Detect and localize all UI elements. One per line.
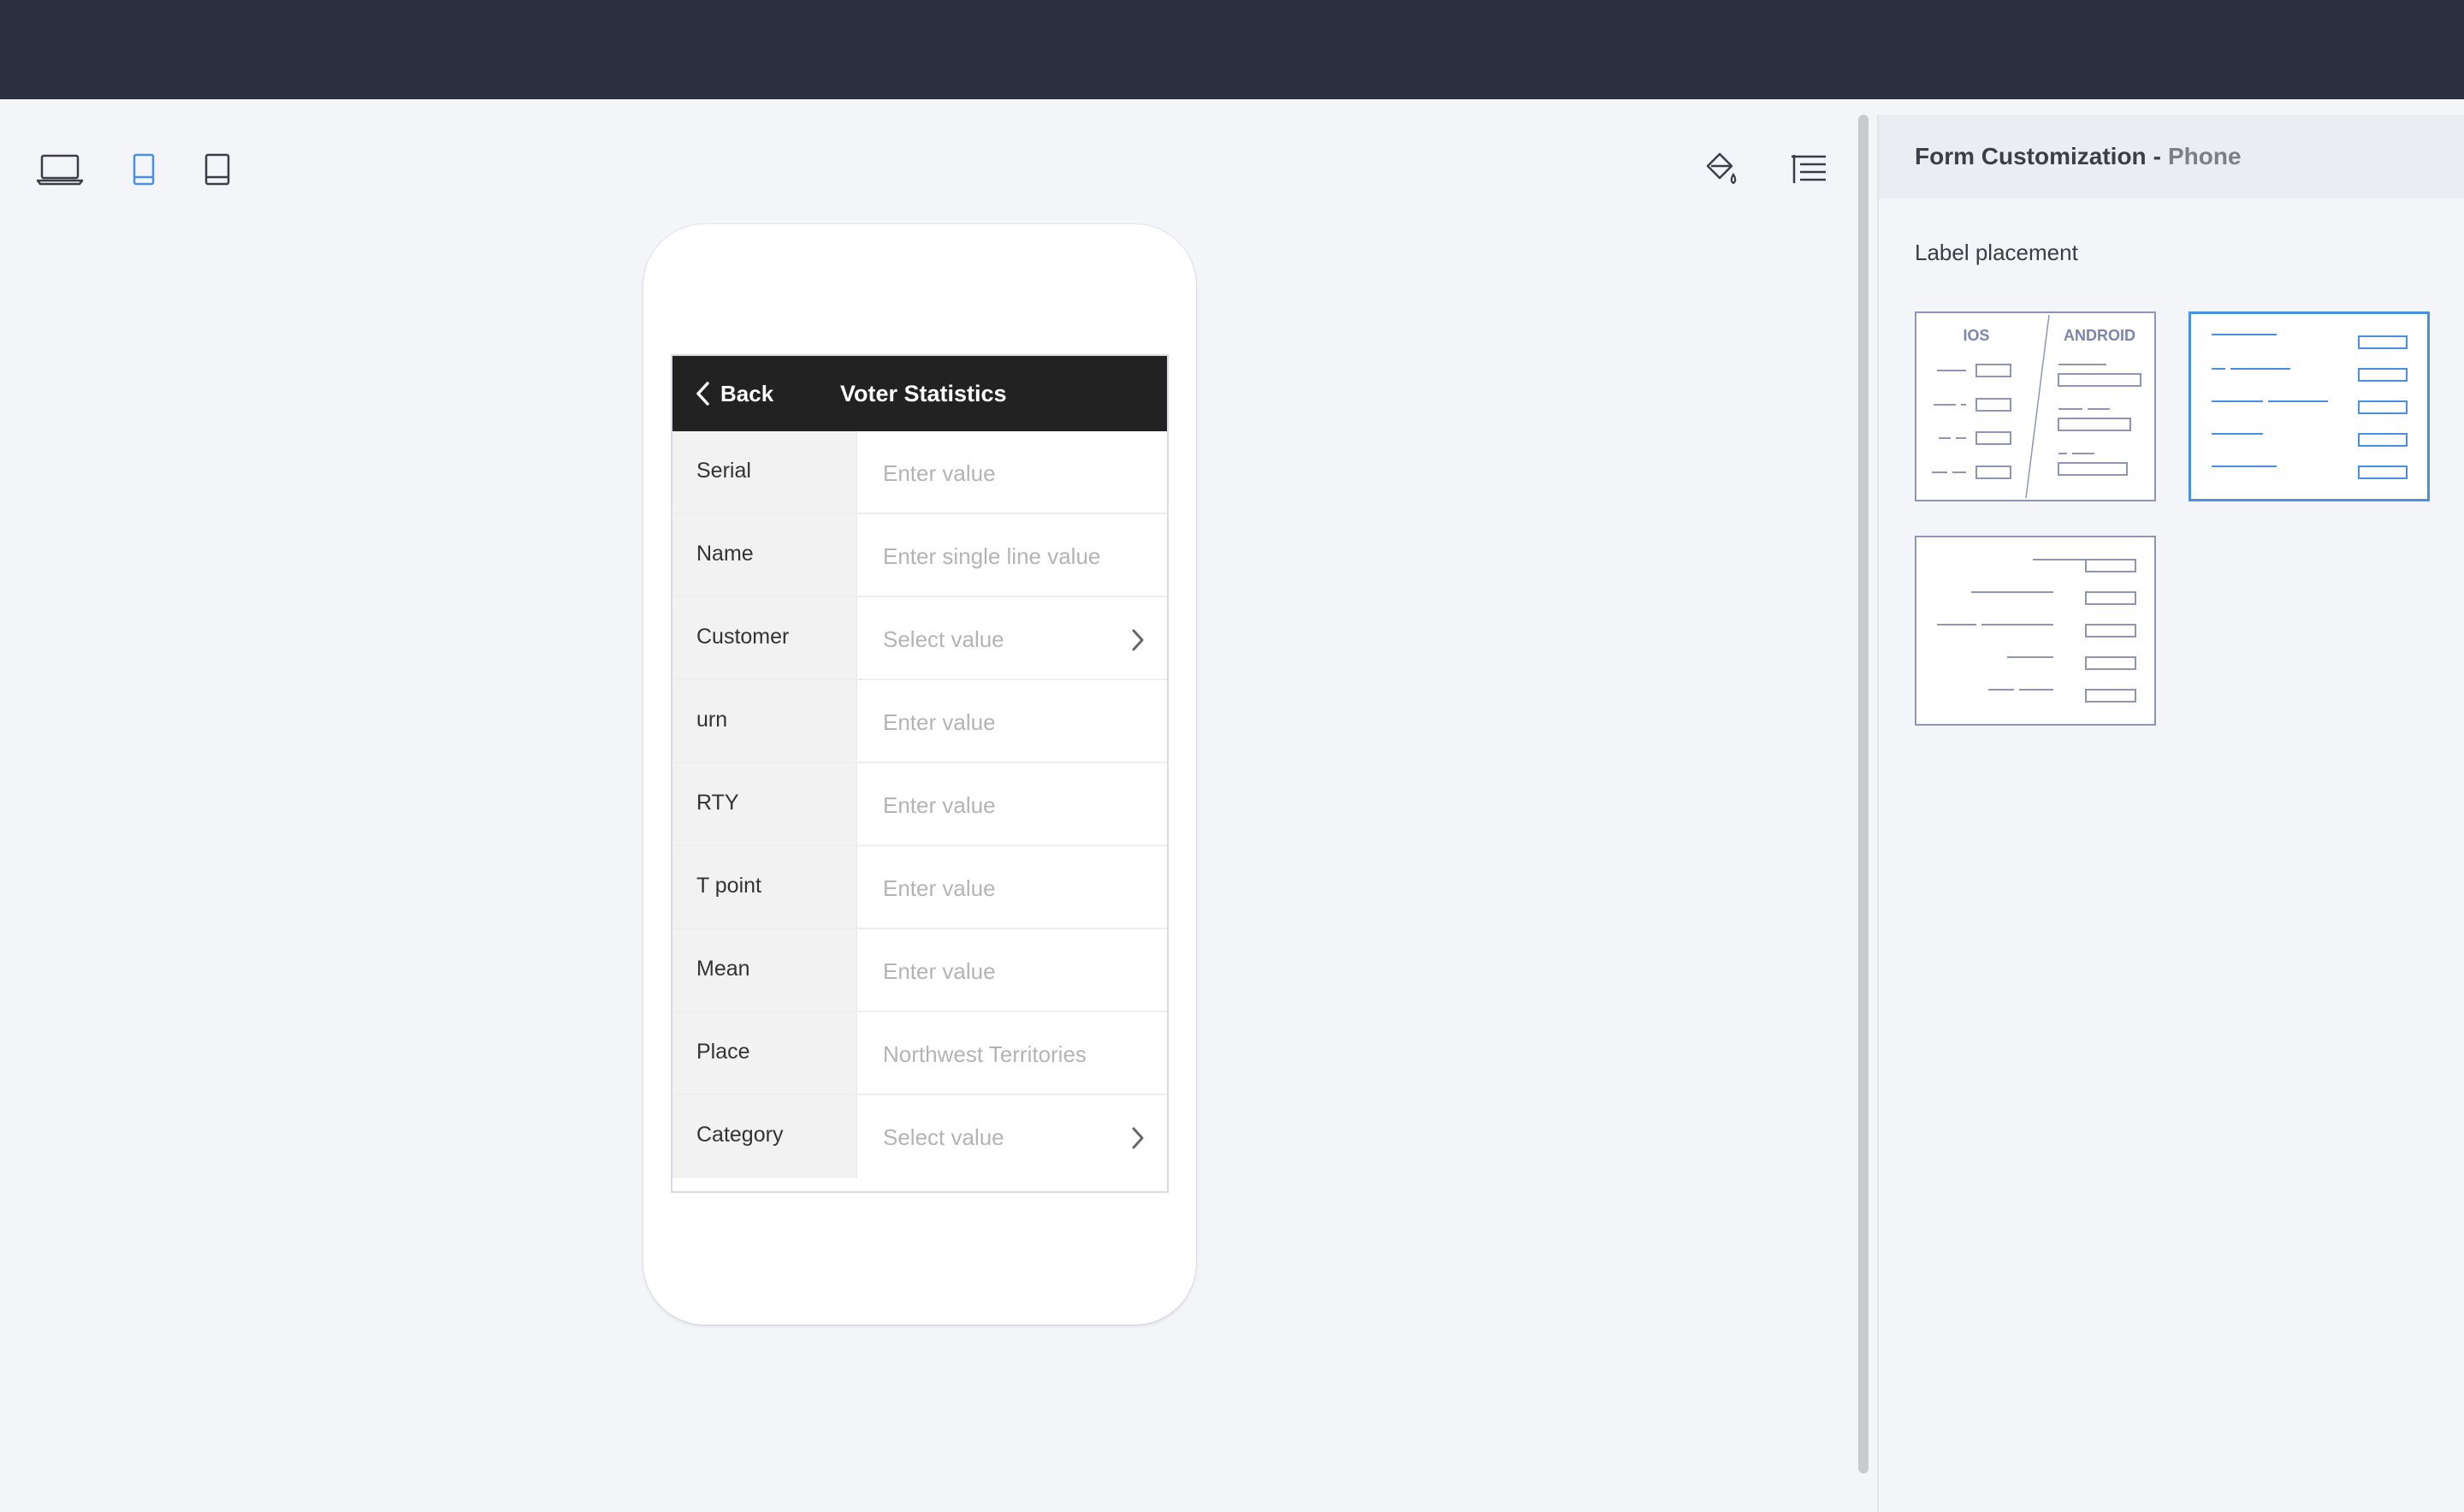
- label-placement-option-platform[interactable]: IOS ANDROID: [1915, 311, 2156, 501]
- panel-title: Form Customization: [1915, 143, 2147, 169]
- chevron-left-icon: [696, 382, 709, 406]
- laptop-icon: [36, 154, 84, 186]
- phone-icon: [133, 153, 155, 186]
- field-label: urn: [672, 680, 857, 762]
- field-input[interactable]: Enter value: [857, 763, 1167, 845]
- chevron-right-icon: [1132, 1127, 1144, 1149]
- tablet-icon: [204, 153, 230, 186]
- field-input[interactable]: Enter value: [857, 846, 1167, 928]
- field-row-serial: Serial Enter value: [672, 431, 1167, 514]
- ios-label: IOS: [1963, 327, 1989, 344]
- right-aligned-layout-illustration: [1937, 559, 2136, 703]
- layout-settings-button[interactable]: [1781, 142, 1836, 197]
- form-title: Voter Statistics: [840, 380, 1007, 406]
- panel-subtitle: Phone: [2168, 143, 2242, 169]
- field-input[interactable]: Enter value: [857, 680, 1167, 762]
- top-bar: [0, 0, 2464, 99]
- field-input[interactable]: Enter value: [857, 431, 1167, 513]
- field-label: Category: [672, 1095, 857, 1178]
- field-input[interactable]: Enter single line value: [857, 514, 1167, 596]
- canvas-scrollbar[interactable]: [1858, 115, 1869, 1473]
- field-row-place: Place Northwest Territories: [672, 1012, 1167, 1095]
- field-row-rty: RTY Enter value: [672, 763, 1167, 846]
- field-label: Mean: [672, 929, 857, 1011]
- label-placement-option-right[interactable]: [1915, 536, 2156, 726]
- panel-header: Form Customization - Phone: [1879, 115, 2464, 199]
- field-input[interactable]: Enter value: [857, 929, 1167, 1011]
- tablet-mode-button[interactable]: [192, 144, 243, 195]
- paint-bucket-icon: [1706, 152, 1737, 185]
- field-label: RTY: [672, 763, 857, 845]
- field-picker[interactable]: Select value: [857, 1095, 1167, 1178]
- picker-placeholder: Select value: [883, 1124, 1004, 1150]
- list-settings-icon: [1792, 155, 1826, 183]
- form-fields: Serial Enter value Name Enter single lin…: [672, 431, 1167, 1178]
- back-button[interactable]: Back: [695, 356, 773, 431]
- field-row-category: Category Select value: [672, 1095, 1167, 1178]
- form-customization-panel: Form Customization - Phone Label placeme…: [1877, 115, 2464, 1512]
- field-input[interactable]: Northwest Territories: [857, 1012, 1167, 1094]
- field-label: T point: [672, 846, 857, 928]
- picker-placeholder: Select value: [883, 626, 1004, 652]
- field-label: Name: [672, 514, 857, 596]
- theme-button[interactable]: [1694, 142, 1749, 197]
- phone-preview: Back Voter Statistics Serial Enter value…: [643, 224, 1196, 1325]
- label-placement-heading: Label placement: [1915, 240, 2078, 265]
- platform-layout-illustration: IOS ANDROID: [1932, 314, 2141, 499]
- field-row-t-point: T point Enter value: [672, 846, 1167, 929]
- field-row-mean: Mean Enter value: [672, 929, 1167, 1012]
- desktop-mode-button[interactable]: [34, 144, 86, 195]
- field-label: Serial: [672, 431, 857, 513]
- phone-mode-button[interactable]: [118, 144, 169, 195]
- field-row-urn: urn Enter value: [672, 680, 1167, 763]
- form-screen: Back Voter Statistics Serial Enter value…: [671, 354, 1169, 1193]
- label-placement-option-left[interactable]: [2189, 311, 2430, 501]
- field-label: Place: [672, 1012, 857, 1094]
- panel-title-separator: -: [2153, 143, 2161, 169]
- field-label: Customer: [672, 597, 857, 679]
- chevron-right-icon: [1132, 629, 1144, 651]
- left-aligned-layout-illustration: [2212, 334, 2408, 479]
- field-row-name: Name Enter single line value: [672, 514, 1167, 597]
- field-row-customer: Customer Select value: [672, 597, 1167, 680]
- form-navbar: Back Voter Statistics: [672, 356, 1167, 431]
- android-label: ANDROID: [2064, 327, 2135, 344]
- back-label: Back: [720, 380, 774, 406]
- field-picker[interactable]: Select value: [857, 597, 1167, 679]
- preview-canvas: Back Voter Statistics Serial Enter value…: [0, 99, 1863, 1512]
